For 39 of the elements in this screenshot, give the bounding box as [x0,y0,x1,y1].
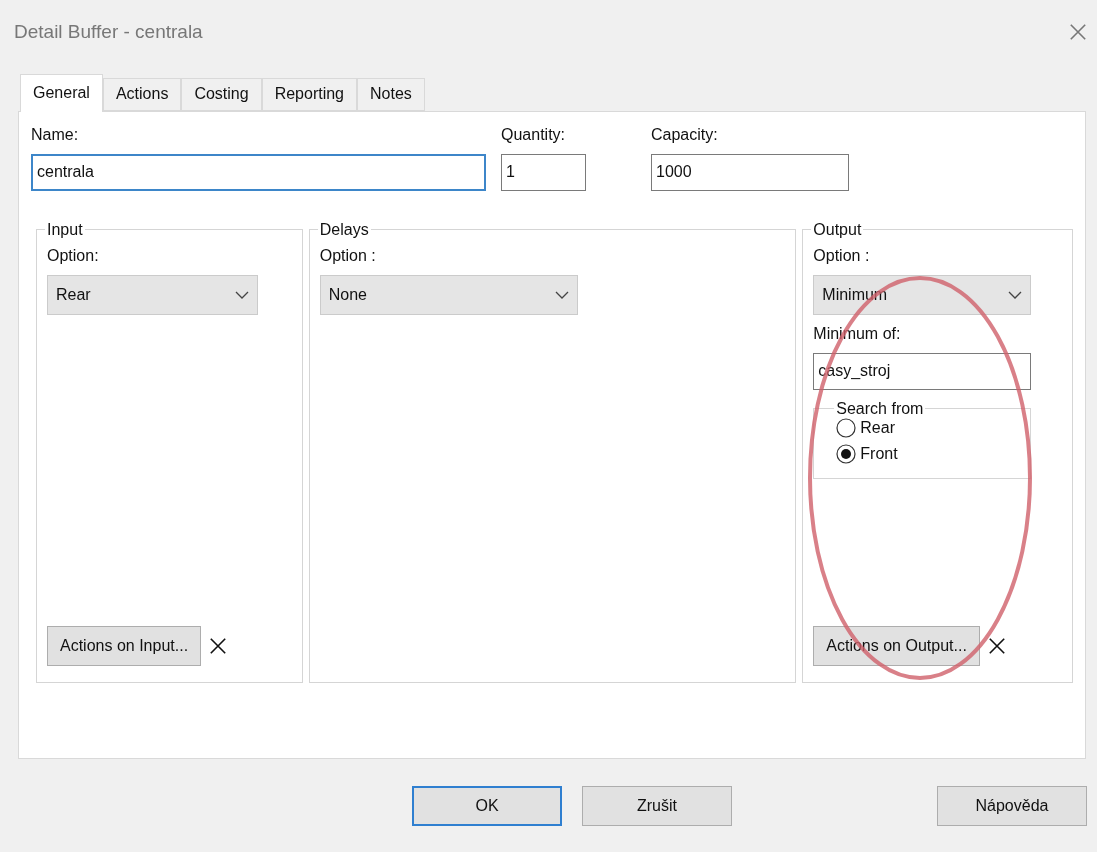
clear-icon[interactable] [209,636,228,655]
option-dropdown[interactable]: Rear [47,274,258,315]
tab[interactable]: Notes [357,77,425,111]
caret-icon [554,290,569,299]
group-title: Output [812,220,863,239]
option-label: Option : [319,246,377,265]
field-label: Capacity: [651,125,719,144]
dialog-button[interactable]: OK [412,785,562,826]
input-field[interactable]: casy_stroj [813,352,1032,390]
radio-label: Rear [860,418,895,437]
option-label: Option: [47,246,100,265]
radio-label: Front [860,444,898,463]
option-label: Option : [813,246,871,265]
option-dropdown[interactable]: None [319,274,578,315]
tab[interactable]: Reporting [261,77,357,111]
input-field[interactable]: 1 [501,153,586,191]
group-title: Search from [835,399,925,418]
tab[interactable]: General [20,73,103,112]
option-dropdown[interactable]: Minimum [813,274,1032,315]
tab[interactable]: Actions [102,77,182,111]
minimum-of-label: Minimum of: [813,324,902,343]
actions-on-input-button[interactable]: Actions on Input... [47,625,202,666]
input-field[interactable]: centrala [31,153,486,191]
group-title: Input [46,220,84,239]
caret-icon [1008,290,1023,299]
radio-button[interactable] [836,443,857,464]
group-title: Delays [318,220,370,239]
window-title: Detail Buffer - centrala [14,20,203,43]
input-field[interactable]: 1000 [651,153,849,191]
clear-icon[interactable] [987,636,1006,655]
caret-icon [235,290,249,299]
dialog-button[interactable]: Zrušit [582,785,732,826]
actions-on-output-button[interactable]: Actions on Output... [813,625,980,666]
dialog-button[interactable]: Nápověda [937,785,1087,826]
tab[interactable]: Costing [181,77,262,111]
field-label: Quantity: [501,125,567,144]
radio-button[interactable] [836,417,857,438]
field-label: Name: [31,125,80,144]
close-icon[interactable] [1069,22,1087,41]
